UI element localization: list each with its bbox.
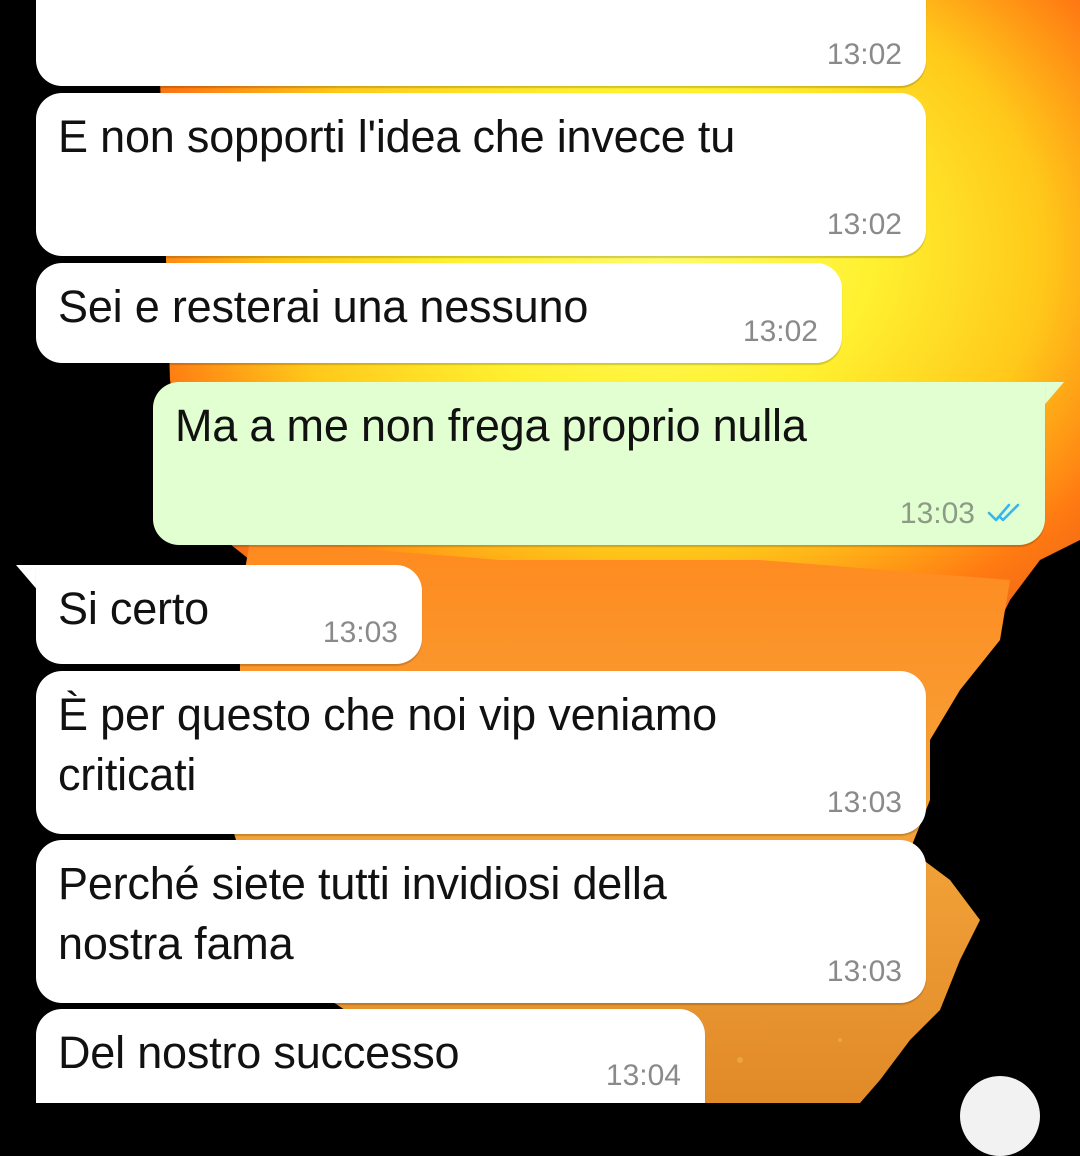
message-timestamp: 13:03 — [899, 497, 975, 530]
message-text: Ma a me non frega proprio nulla — [175, 400, 807, 451]
read-ticks-icon — [987, 503, 1020, 522]
message-bubble-incoming[interactable]: Sei e resterai una nessuno 13:02 — [36, 263, 842, 363]
message-bubble-outgoing[interactable]: Ma a me non frega proprio nulla 13:03 — [153, 382, 1045, 545]
message-text: È per questo che noi vip veniamo critica… — [58, 689, 717, 800]
message-bubble-incoming[interactable]: E non sopporti l'idea che invece tu 13:0… — [36, 93, 926, 256]
message-bubble-incoming[interactable]: Si certo 13:03 — [36, 565, 422, 664]
scroll-down-button[interactable] — [960, 1076, 1040, 1156]
message-bubble-incoming[interactable]: È per questo che noi vip veniamo critica… — [36, 671, 926, 834]
message-text: E non sopporti l'idea che invece tu — [58, 111, 736, 162]
message-bubble-incoming[interactable]: Del nostro successo 13:04 — [36, 1009, 705, 1103]
message-timestamp: 13:03 — [826, 786, 902, 819]
message-timestamp: 13:04 — [605, 1059, 681, 1092]
message-timestamp: 13:03 — [322, 616, 398, 649]
message-text: Perché siete tutti invidiosi della nostr… — [58, 858, 667, 969]
message-timestamp: 13:02 — [826, 208, 902, 241]
message-timestamp: 13:02 — [826, 38, 902, 71]
message-timestamp: 13:03 — [826, 955, 902, 988]
message-bubble-incoming[interactable]: 13:02 — [36, 0, 926, 86]
message-text: Del nostro successo — [58, 1027, 460, 1078]
message-timestamp: 13:02 — [742, 315, 818, 348]
message-text: Sei e resterai una nessuno — [58, 281, 589, 332]
message-text: Si certo — [58, 583, 209, 634]
message-bubble-incoming[interactable]: Perché siete tutti invidiosi della nostr… — [36, 840, 926, 1003]
